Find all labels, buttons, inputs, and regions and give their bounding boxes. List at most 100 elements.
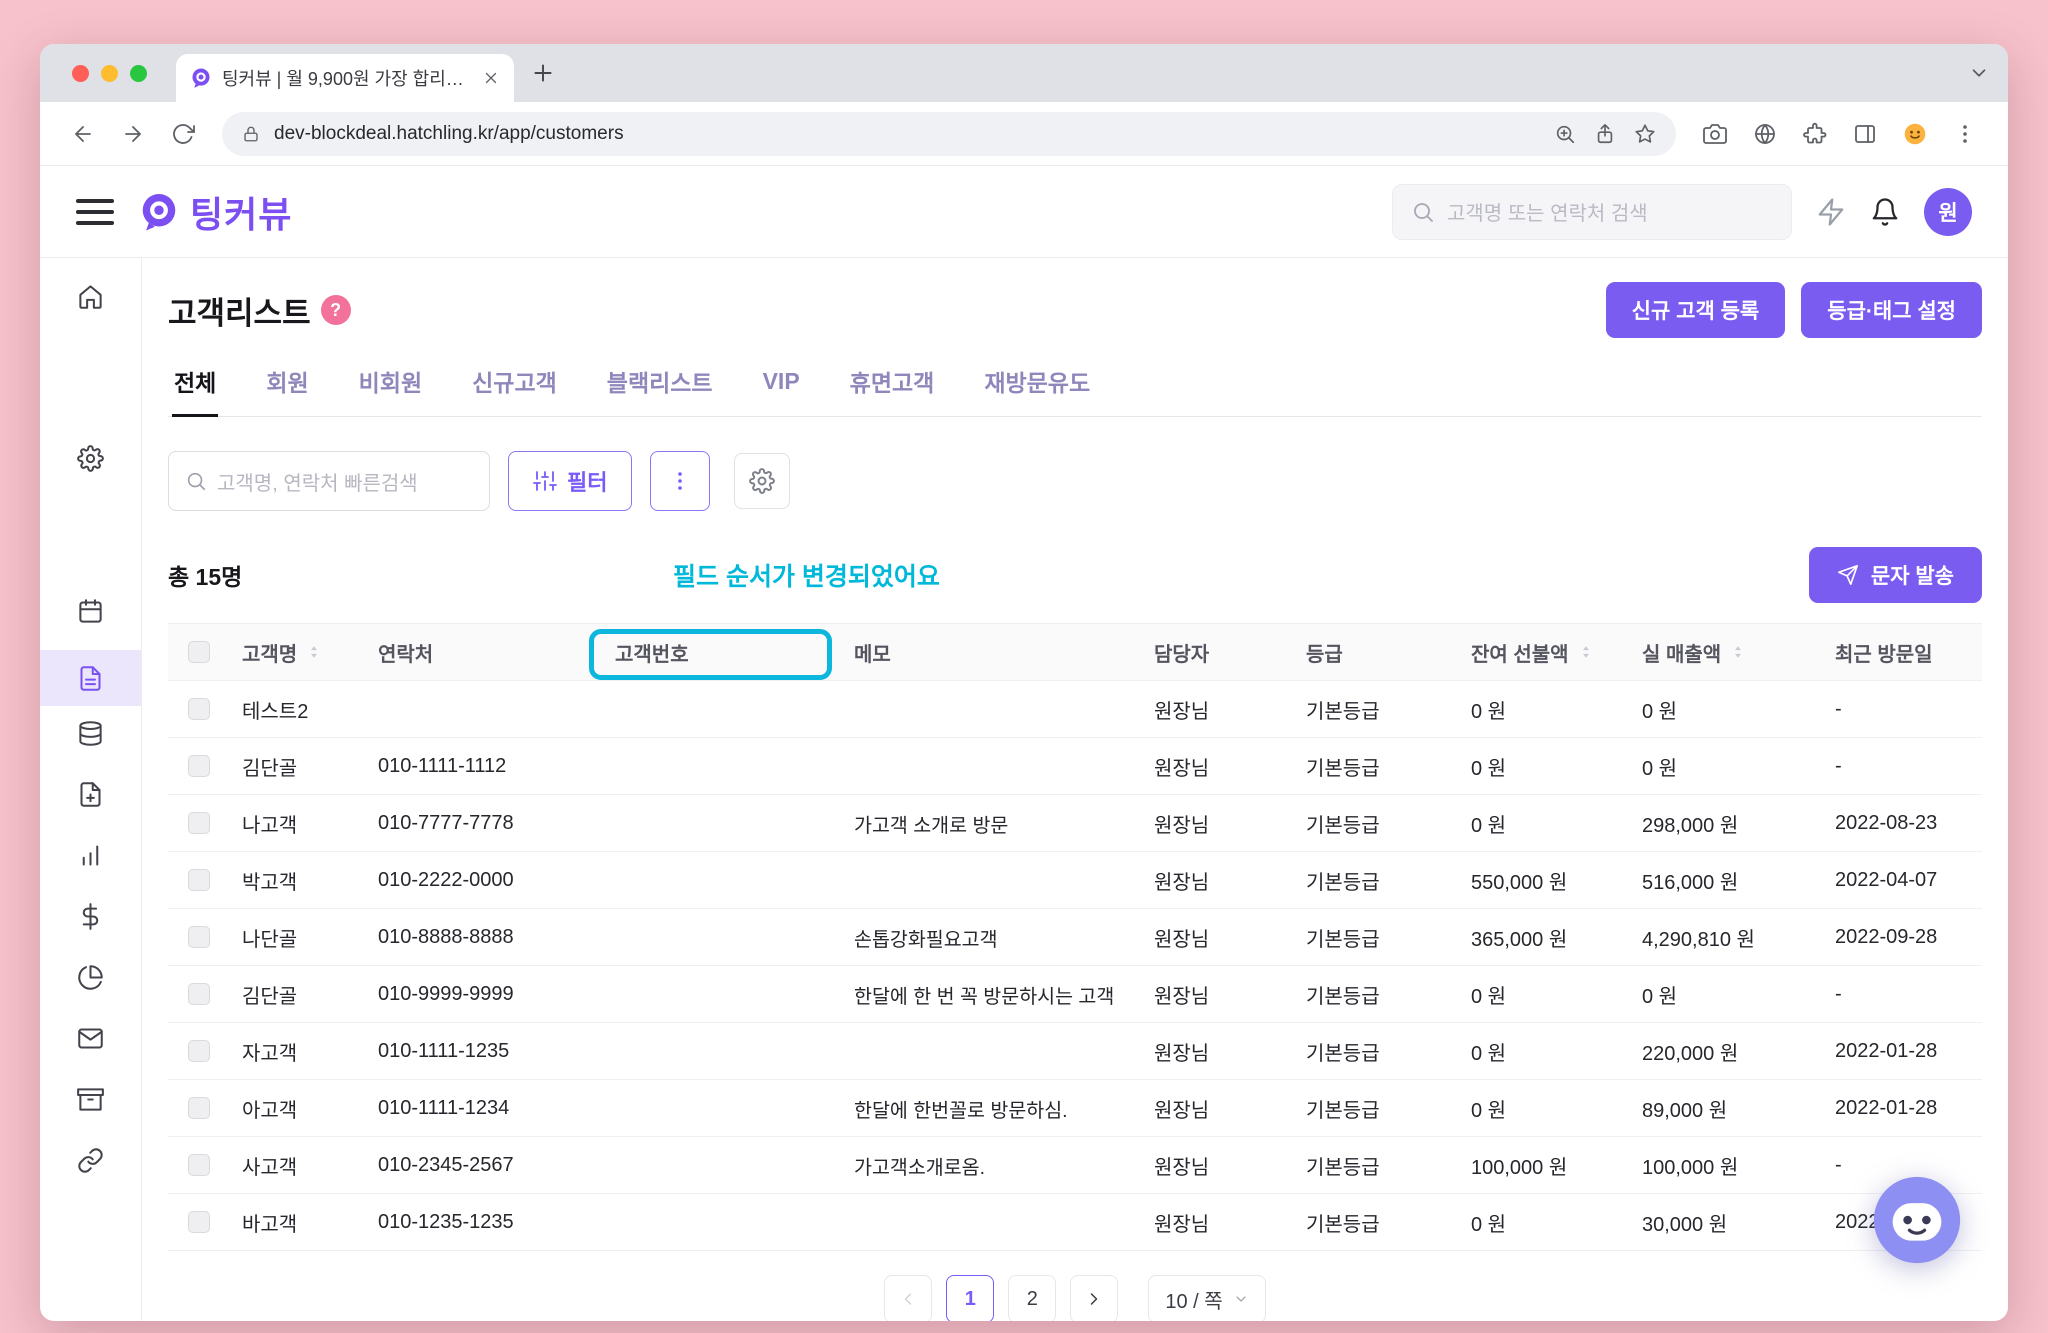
table-row[interactable]: 사고객010-2345-2567가고객소개로옴.원장님기본등급100,000 원… — [168, 1137, 1982, 1194]
page-2-button[interactable]: 2 — [1008, 1275, 1056, 1321]
minimize-window-button[interactable] — [101, 65, 118, 82]
sidebar-item-customer-list[interactable] — [40, 650, 141, 706]
row-checkbox[interactable] — [188, 755, 210, 777]
more-options-button[interactable] — [650, 451, 710, 511]
browser-menu-button[interactable] — [1942, 111, 1988, 157]
row-checkbox[interactable] — [188, 926, 210, 948]
filter-row: 고객명, 연락처 빠른검색 필터 — [168, 451, 1982, 511]
row-checkbox[interactable] — [188, 1097, 210, 1119]
table-row[interactable]: 나고객010-7777-7778가고객 소개로 방문원장님기본등급0 원298,… — [168, 795, 1982, 852]
cell-prepaid: 365,000 원 — [1459, 923, 1630, 952]
cell-sales: 30,000 원 — [1630, 1208, 1823, 1237]
notifications-bell-icon[interactable] — [1870, 197, 1900, 227]
extensions-button[interactable] — [1792, 111, 1838, 157]
sidebar-item-database[interactable] — [40, 711, 141, 755]
table-row[interactable]: 김단골010-9999-9999한달에 한 번 꼭 방문하시는 고객원장님기본등… — [168, 966, 1982, 1023]
help-badge[interactable]: ? — [321, 295, 351, 325]
grade-tag-settings-button[interactable]: 등급·태그 설정 — [1801, 282, 1982, 338]
browser-profile-button[interactable] — [1892, 111, 1938, 157]
select-all-checkbox[interactable] — [188, 641, 210, 663]
tab-회원[interactable]: 회원 — [264, 358, 310, 416]
prev-page-button[interactable] — [884, 1275, 932, 1321]
translate-button[interactable] — [1742, 111, 1788, 157]
row-checkbox[interactable] — [188, 983, 210, 1005]
forward-button[interactable] — [110, 111, 156, 157]
browser-tab[interactable]: 팅커뷰 | 월 9,900원 가장 합리적인 — [176, 54, 514, 102]
customer-tabs: 전체 회원 비회원 신규고객 블랙리스트 VIP 휴면고객 재방문유도 — [168, 358, 1982, 417]
tab-블랙리스트[interactable]: 블랙리스트 — [605, 358, 715, 416]
back-button[interactable] — [60, 111, 106, 157]
send-sms-button[interactable]: 문자 발송 — [1809, 547, 1982, 603]
sidebar-item-reports[interactable] — [40, 955, 141, 999]
table-row[interactable]: 테스트2원장님기본등급0 원0 원- — [168, 681, 1982, 738]
page-size-select[interactable]: 10 / 쪽 — [1148, 1275, 1265, 1321]
table-row[interactable]: 아고객010-1111-1234한달에 한번꼴로 방문하심.원장님기본등급0 원… — [168, 1080, 1982, 1137]
table-row[interactable]: 김단골010-1111-1112원장님기본등급0 원0 원- — [168, 738, 1982, 795]
tab-비회원[interactable]: 비회원 — [357, 358, 424, 416]
user-avatar[interactable]: 원 — [1924, 188, 1972, 236]
filter-button[interactable]: 필터 — [508, 451, 632, 511]
fullscreen-window-button[interactable] — [130, 65, 147, 82]
tab-close-icon[interactable] — [482, 69, 500, 87]
zoom-icon[interactable] — [1554, 123, 1576, 145]
row-checkbox[interactable] — [188, 1211, 210, 1233]
cell-sales: 100,000 원 — [1630, 1151, 1823, 1180]
row-checkbox[interactable] — [188, 1040, 210, 1062]
quick-search-input[interactable]: 고객명, 연락처 빠른검색 — [168, 451, 490, 511]
page-size-value: 10 / 쪽 — [1165, 1285, 1222, 1314]
reload-button[interactable] — [160, 111, 206, 157]
tab-list-chevron-icon[interactable] — [1968, 62, 1990, 84]
page-numbers: 12 — [946, 1275, 1056, 1321]
table-row[interactable]: 바고객010-1235-1235원장님기본등급0 원30,000 원2022-0… — [168, 1194, 1982, 1251]
tab-신규고객[interactable]: 신규고객 — [470, 358, 559, 416]
new-tab-button[interactable] — [530, 60, 556, 86]
close-window-button[interactable] — [72, 65, 89, 82]
screenshot-button[interactable] — [1692, 111, 1738, 157]
share-icon[interactable] — [1594, 123, 1616, 145]
global-search-input[interactable]: 고객명 또는 연락처 검색 — [1392, 184, 1792, 240]
sort-icon[interactable] — [305, 643, 323, 661]
sidebar-item-add-document[interactable] — [40, 772, 141, 816]
tab-전체[interactable]: 전체 — [172, 358, 218, 416]
column-header-prepaid[interactable]: 잔여 선불액 — [1459, 638, 1630, 667]
sidebar-item-statistics[interactable] — [40, 833, 141, 877]
sidebar-item-products[interactable] — [40, 1077, 141, 1121]
tab-재방문유도[interactable]: 재방문유도 — [982, 358, 1092, 416]
cell-name: 자고객 — [230, 1037, 366, 1066]
row-checkbox[interactable] — [188, 698, 210, 720]
table-row[interactable]: 나단골010-8888-8888손톱강화필요고객원장님기본등급365,000 원… — [168, 909, 1982, 966]
sidebar-item-settings[interactable] — [40, 436, 141, 480]
lightning-icon[interactable] — [1816, 197, 1846, 227]
new-customer-button[interactable]: 신규 고객 등록 — [1606, 282, 1786, 338]
table-settings-button[interactable] — [734, 453, 790, 509]
sort-icon[interactable] — [1729, 643, 1747, 661]
sidebar-item-home[interactable] — [40, 274, 141, 318]
camera-icon — [1703, 122, 1727, 146]
table-row[interactable]: 박고객010-2222-0000원장님기본등급550,000 원516,000 … — [168, 852, 1982, 909]
side-panel-button[interactable] — [1842, 111, 1888, 157]
table-row[interactable]: 자고객010-1111-1235원장님기본등급0 원220,000 원2022-… — [168, 1023, 1982, 1080]
page-1-button[interactable]: 1 — [946, 1275, 994, 1321]
cell-manager: 원장님 — [1142, 1094, 1294, 1123]
cell-last_visit: 2022-04-07 — [1823, 869, 1982, 892]
menu-toggle-button[interactable] — [76, 199, 114, 225]
address-bar[interactable]: dev-blockdeal.hatchling.kr/app/customers — [222, 112, 1676, 156]
tab-휴면고객[interactable]: 휴면고객 — [848, 358, 937, 416]
column-header-sales[interactable]: 실 매출액 — [1630, 638, 1823, 667]
column-header-name[interactable]: 고객명 — [230, 638, 366, 667]
app-logo[interactable]: 팅커뷰 — [138, 186, 292, 238]
sidebar-item-links[interactable] — [40, 1138, 141, 1182]
next-page-button[interactable] — [1070, 1275, 1118, 1321]
sidebar-item-messages[interactable] — [40, 1016, 141, 1060]
cell-phone: 010-1235-1235 — [366, 1211, 603, 1234]
bookmark-star-icon[interactable] — [1634, 123, 1656, 145]
sidebar-item-sales[interactable] — [40, 894, 141, 938]
cell-prepaid: 0 원 — [1459, 1094, 1630, 1123]
sidebar-item-calendar[interactable] — [40, 589, 141, 633]
row-checkbox[interactable] — [188, 869, 210, 891]
sort-icon[interactable] — [1577, 643, 1595, 661]
tab-VIP[interactable]: VIP — [761, 358, 802, 416]
row-checkbox[interactable] — [188, 812, 210, 834]
row-checkbox[interactable] — [188, 1154, 210, 1176]
chat-widget-button[interactable] — [1872, 1175, 1962, 1265]
